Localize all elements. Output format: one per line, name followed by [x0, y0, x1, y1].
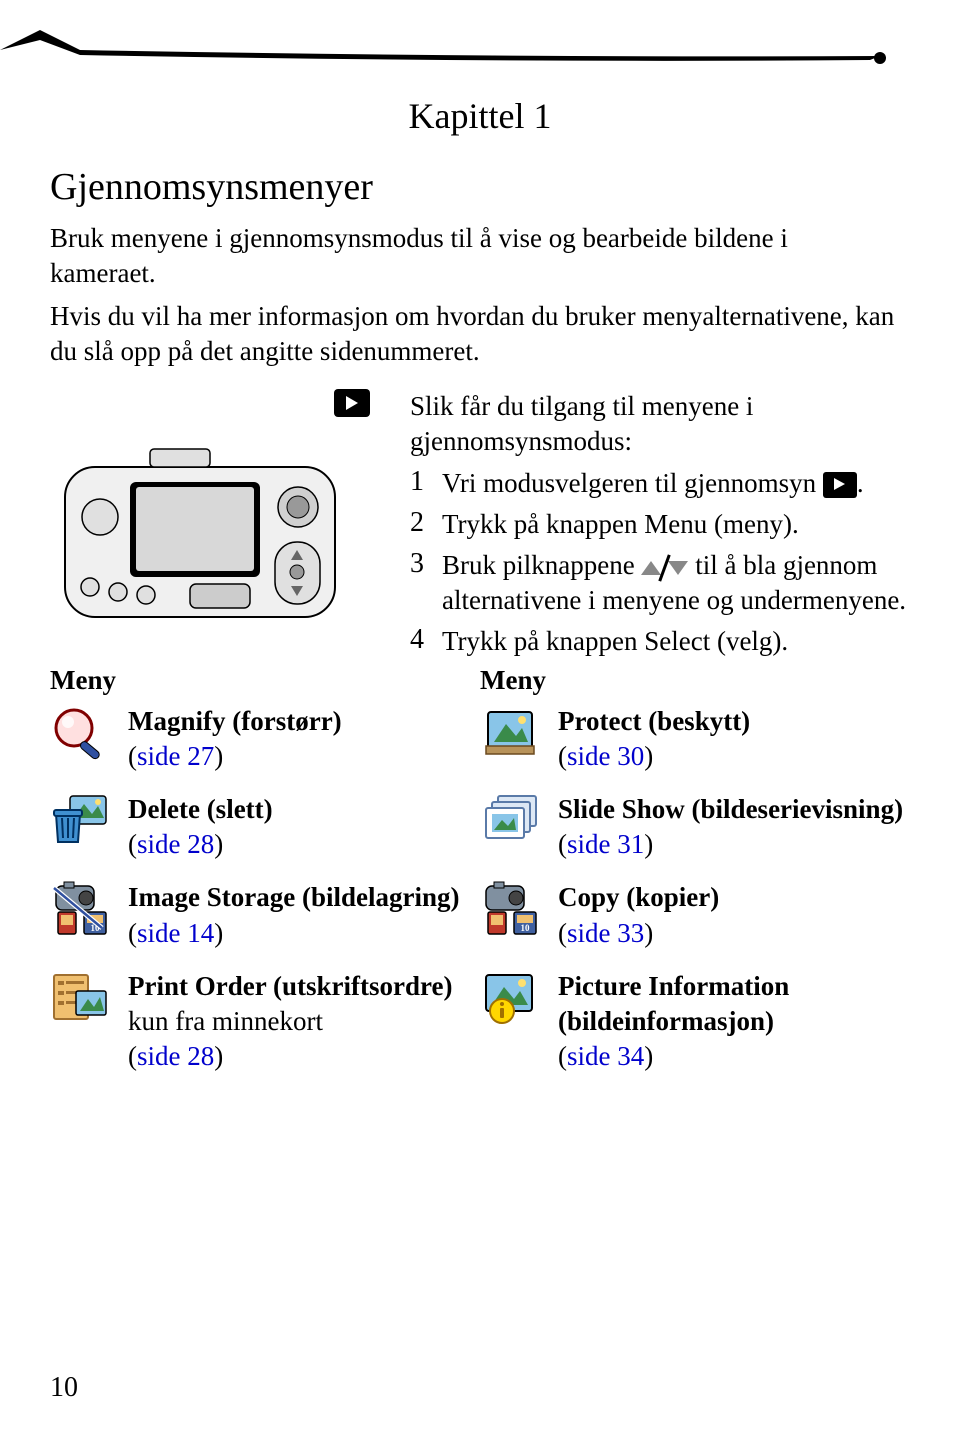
header-swoosh	[0, 30, 960, 90]
menu-item-magnify: Magnify (forstørr) (side 27)	[50, 704, 480, 774]
step-1-text-b: .	[857, 468, 864, 498]
menu-item-copy: 10 Copy (kopier) (side 33)	[480, 880, 910, 950]
arrow-up-icon	[641, 561, 661, 575]
print-order-icon	[50, 969, 110, 1025]
slideshow-title: Slide Show (bildeserievisning)	[558, 794, 903, 824]
menu-item-delete: Delete (slett) (side 28)	[50, 792, 480, 862]
picture-info-title: Picture Information (bildeinformasjon)	[558, 971, 789, 1036]
storage-icon: 10	[50, 880, 110, 936]
arrow-down-icon	[668, 561, 688, 575]
content-columns: Slik får du tilgang til menyene i gjenno…	[50, 389, 910, 665]
step-1-text: Vri modusvelgeren til gjennomsyn .	[442, 466, 910, 501]
step-number-4: 4	[410, 624, 442, 656]
copy-icon: 10	[480, 880, 540, 936]
protect-icon	[480, 704, 540, 760]
step-3-text-a: Bruk pilknappene	[442, 550, 641, 580]
intro-paragraph-1: Bruk menyene i gjennomsynsmodus til å vi…	[50, 221, 900, 291]
menu-item-picture-info: Picture Information (bildeinformasjon) (…	[480, 969, 910, 1074]
step-number-2: 2	[410, 507, 442, 539]
delete-title: Delete (slett)	[128, 794, 273, 824]
menu-left-column: Meny Magnify (forstørr) (side 27)	[50, 665, 480, 1092]
step-4: 4 Trykk på knappen Select (velg).	[410, 624, 910, 659]
step-2-text: Trykk på knappen Menu (meny).	[442, 507, 910, 542]
picture-info-link[interactable]: side 34	[567, 1041, 644, 1071]
menu-item-print-order: Print Order (utskriftsordre) kun fra min…	[50, 969, 480, 1074]
playback-mode-icon	[334, 389, 370, 417]
intro-paragraph-2: Hvis du vil ha mer informasjon om hvorda…	[50, 299, 900, 369]
page-number: 10	[50, 1372, 78, 1404]
step-1-text-a: Vri modusvelgeren til gjennomsyn	[442, 468, 823, 498]
playback-icon-inline	[823, 472, 857, 498]
delete-link[interactable]: side 28	[137, 829, 214, 859]
delete-icon	[50, 792, 110, 848]
step-2: 2 Trykk på knappen Menu (meny).	[410, 507, 910, 542]
print-order-title: Print Order (utskriftsordre)	[128, 971, 452, 1001]
copy-link[interactable]: side 33	[567, 918, 644, 948]
steps-column: Slik får du tilgang til menyene i gjenno…	[390, 389, 910, 665]
protect-link[interactable]: side 30	[567, 741, 644, 771]
slideshow-link[interactable]: side 31	[567, 829, 644, 859]
chapter-title: Kapittel 1	[389, 95, 572, 137]
picture-info-icon	[480, 969, 540, 1025]
section-title: Gjennomsynsmenyer	[50, 165, 960, 209]
print-order-link[interactable]: side 28	[137, 1041, 214, 1071]
step-1: 1 Vri modusvelgeren til gjennomsyn .	[410, 466, 910, 501]
protect-title: Protect (beskytt)	[558, 706, 750, 736]
menu-heading-left: Meny	[50, 665, 480, 696]
header-decoration: Kapittel 1	[0, 30, 960, 137]
step-number-3: 3	[410, 548, 442, 580]
camera-illustration-column	[50, 389, 390, 665]
storage-title: Image Storage (bildelagring)	[128, 882, 459, 912]
step-number-1: 1	[410, 466, 442, 498]
menu-item-slideshow: Slide Show (bildeserievisning) (side 31)	[480, 792, 910, 862]
svg-text:10: 10	[521, 923, 531, 933]
magnify-icon	[50, 704, 110, 760]
menu-item-image-storage: 10 Image Storage (bildelagring) (side 14…	[50, 880, 480, 950]
magnify-title: Magnify (forstørr)	[128, 706, 342, 736]
menu-heading-right: Meny	[480, 665, 910, 696]
step-3-text: Bruk pilknappene til å bla gjennom alter…	[442, 548, 910, 618]
print-order-sub: kun fra minnekort	[128, 1006, 323, 1036]
storage-link[interactable]: side 14	[137, 918, 214, 948]
magnify-link[interactable]: side 27	[137, 741, 214, 771]
copy-title: Copy (kopier)	[558, 882, 719, 912]
menu-tables: Meny Magnify (forstørr) (side 27)	[50, 665, 910, 1092]
steps-intro-text: Slik får du tilgang til menyene i gjenno…	[410, 389, 910, 459]
slideshow-icon	[480, 792, 540, 848]
step-3: 3 Bruk pilknappene til å bla gjennom alt…	[410, 548, 910, 618]
step-4-text: Trykk på knappen Select (velg).	[442, 624, 910, 659]
menu-right-column: Meny Protect (beskytt) (side 30)	[480, 665, 910, 1092]
menu-item-protect: Protect (beskytt) (side 30)	[480, 704, 910, 774]
camera-rear-illustration	[50, 427, 360, 647]
